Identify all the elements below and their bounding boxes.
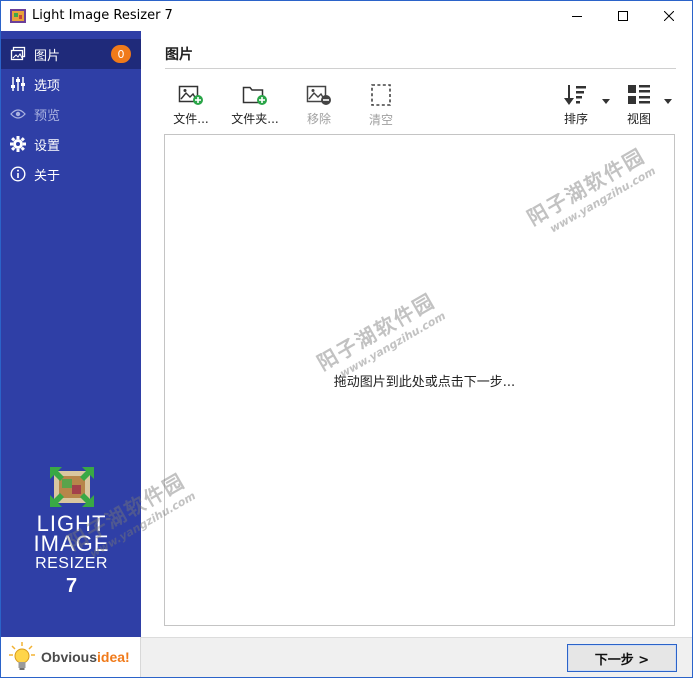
- lightbulb-icon: [9, 642, 35, 670]
- close-icon: [664, 11, 674, 21]
- add-folder-button[interactable]: 文件夹...: [225, 83, 285, 127]
- sidebar-item-about[interactable]: 关于: [1, 159, 141, 189]
- sidebar-item-preview[interactable]: 预览: [1, 99, 141, 129]
- footer-bar: 下一步 >: [141, 637, 692, 677]
- add-files-label: 文件...: [173, 112, 209, 126]
- gear-icon: [9, 135, 27, 153]
- main-panel: 图片 文件... 文件夹... 移除 清空 排序 视图 拖动图片到此处或点击下一…: [141, 31, 692, 637]
- sidebar-item-label: 设置: [34, 138, 61, 154]
- sidebar: 图片 0 选项 预览 设置 关于 LIGHT IMAGE RESIZER 7: [1, 31, 141, 637]
- app-window: Light Image Resizer 7 图片 0 选项 预览 设置 关于 L…: [0, 0, 693, 678]
- sort-label: 排序: [563, 112, 588, 126]
- vendor-brand[interactable]: Obviousidea!: [1, 637, 141, 677]
- vendor-name: Obviousidea!: [41, 649, 130, 665]
- minimize-button[interactable]: [554, 1, 600, 31]
- view-label: 视图: [626, 112, 651, 126]
- images-count-badge: 0: [111, 45, 131, 63]
- view-button[interactable]: 视图: [609, 83, 669, 127]
- sliders-icon: [9, 75, 27, 93]
- view-list-icon: [626, 83, 652, 106]
- logo-text-line: IMAGE: [33, 531, 110, 556]
- drop-hint-text: 拖动图片到此处或点击下一步...: [333, 375, 516, 390]
- add-files-button[interactable]: 文件...: [161, 83, 221, 127]
- minimize-icon: [572, 16, 582, 17]
- sort-button[interactable]: 排序: [546, 83, 606, 127]
- vendor-name-part: Obvious: [41, 649, 98, 665]
- sidebar-item-label: 图片: [34, 48, 61, 64]
- resize-arrows-icon: [49, 467, 94, 507]
- app-icon: [10, 9, 26, 23]
- maximize-icon: [618, 11, 628, 21]
- sort-icon: [563, 83, 589, 106]
- title-divider: [165, 68, 676, 69]
- sidebar-item-settings[interactable]: 设置: [1, 129, 141, 159]
- image-drop-area[interactable]: 拖动图片到此处或点击下一步...: [164, 134, 675, 626]
- page-title: 图片: [165, 47, 193, 63]
- sidebar-item-label: 选项: [34, 78, 61, 94]
- product-logo: LIGHT IMAGE RESIZER 7: [19, 467, 124, 599]
- add-image-icon: [178, 83, 204, 106]
- info-icon: [9, 165, 27, 183]
- maximize-button[interactable]: [600, 1, 646, 31]
- add-folder-icon: [242, 83, 268, 106]
- sidebar-item-options[interactable]: 选项: [1, 69, 141, 99]
- title-bar[interactable]: Light Image Resizer 7: [1, 1, 692, 31]
- vendor-name-accent: idea!: [97, 649, 130, 665]
- sidebar-item-label: 预览: [34, 108, 61, 124]
- next-button[interactable]: 下一步 >: [567, 644, 677, 672]
- close-button[interactable]: [646, 1, 692, 31]
- logo-text-line: RESIZER: [35, 555, 108, 572]
- images-icon: [9, 45, 27, 63]
- clear-label: 清空: [368, 113, 393, 127]
- remove-button[interactable]: 移除: [289, 83, 349, 127]
- eye-icon: [9, 105, 27, 123]
- remove-image-icon: [306, 83, 332, 106]
- sidebar-item-label: 关于: [34, 168, 61, 184]
- remove-label: 移除: [306, 112, 331, 126]
- add-folder-label: 文件夹...: [231, 112, 279, 126]
- clear-button[interactable]: 清空: [351, 83, 411, 127]
- logo-version: 7: [65, 575, 78, 597]
- sidebar-item-images[interactable]: 图片 0: [1, 39, 141, 69]
- view-dropdown-chevron-icon[interactable]: [663, 97, 673, 105]
- window-title: Light Image Resizer 7: [32, 8, 173, 23]
- clear-selection-icon: [368, 83, 394, 107]
